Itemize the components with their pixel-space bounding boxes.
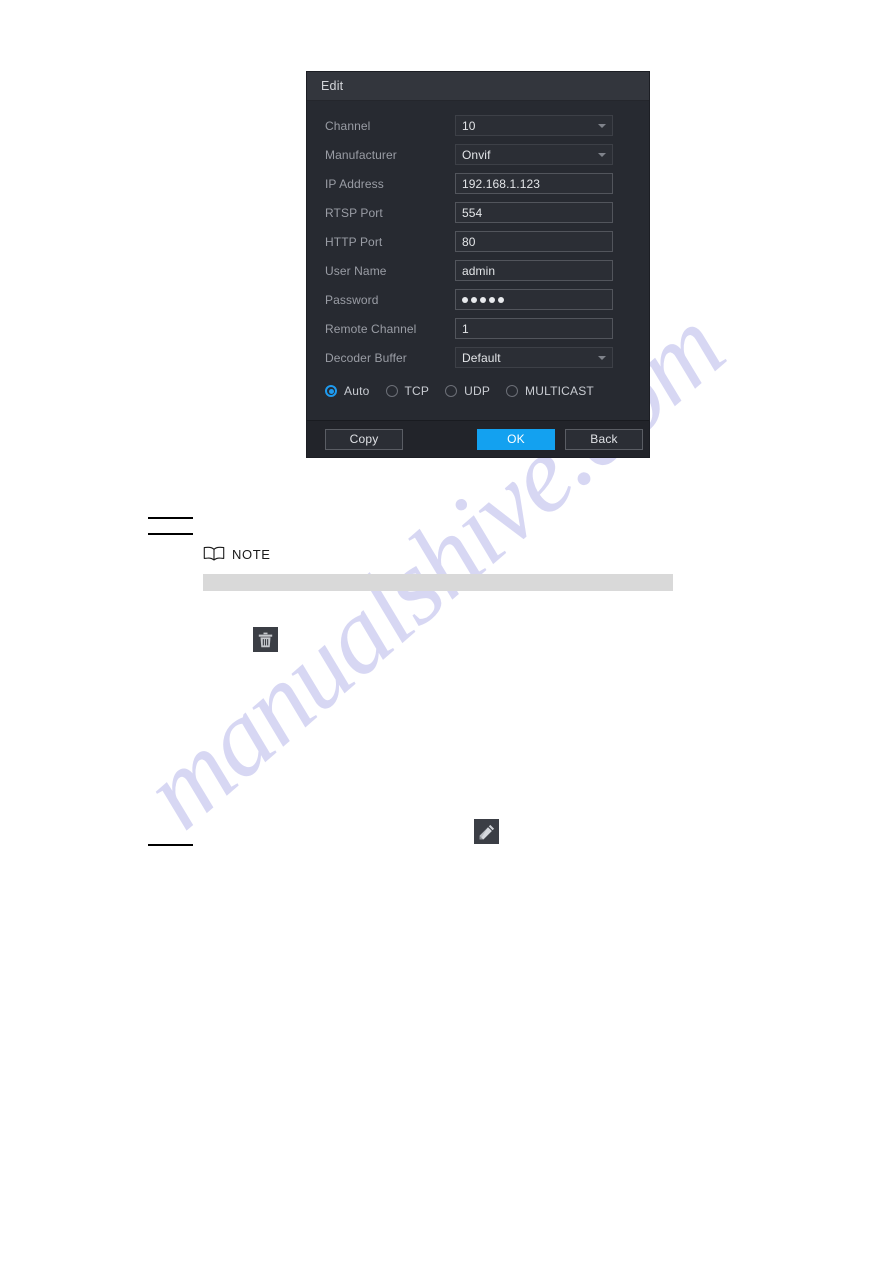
- text-redaction-rule-top: [148, 517, 193, 519]
- label-channel: Channel: [325, 118, 371, 133]
- rtsp-port-input[interactable]: 554: [455, 202, 613, 223]
- field-row-http-port: HTTP Port 80: [307, 227, 649, 256]
- note-heading: NOTE: [203, 546, 271, 562]
- http-port-value: 80: [462, 234, 476, 249]
- label-password: Password: [325, 292, 379, 307]
- user-name-value: admin: [462, 263, 496, 278]
- ip-address-input[interactable]: 192.168.1.123: [455, 173, 613, 194]
- radio-tcp-indicator: [385, 385, 398, 397]
- delete-icon-button[interactable]: [253, 627, 278, 652]
- password-masked-value: [462, 296, 504, 303]
- channel-value: 10: [462, 118, 476, 133]
- radio-multicast-indicator: [506, 385, 519, 397]
- chevron-down-icon: [598, 123, 606, 128]
- protocol-radio-group: Auto TCP UDP MULTICAST: [307, 372, 649, 412]
- radio-udp[interactable]: UDP: [445, 384, 490, 398]
- text-redaction-rule-second: [148, 533, 193, 535]
- trash-icon: [258, 632, 273, 647]
- edit-dialog: Edit Channel 10 Manufacturer Onvif IP Ad…: [307, 72, 649, 457]
- book-icon: [203, 546, 225, 561]
- radio-udp-label: UDP: [464, 384, 491, 398]
- decoder-buffer-value: Default: [462, 350, 501, 365]
- label-remote-channel: Remote Channel: [325, 321, 417, 336]
- dialog-titlebar: Edit: [307, 72, 649, 101]
- field-row-channel: Channel 10: [307, 111, 649, 140]
- radio-multicast-label: MULTICAST: [525, 384, 594, 398]
- pencil-icon: [479, 824, 494, 839]
- text-redaction-rule-bottom: [148, 844, 193, 846]
- label-ip-address: IP Address: [325, 176, 384, 191]
- radio-auto-indicator: [325, 385, 337, 397]
- manufacturer-select[interactable]: Onvif: [455, 144, 613, 165]
- back-button[interactable]: Back: [565, 428, 643, 450]
- label-decoder-buffer: Decoder Buffer: [325, 350, 407, 365]
- field-row-rtsp-port: RTSP Port 554: [307, 198, 649, 227]
- channel-select[interactable]: 10: [455, 115, 613, 136]
- label-rtsp-port: RTSP Port: [325, 205, 383, 220]
- dialog-body: Channel 10 Manufacturer Onvif IP Address…: [307, 101, 649, 420]
- copy-button[interactable]: Copy: [325, 428, 403, 450]
- field-row-user-name: User Name admin: [307, 256, 649, 285]
- field-row-password: Password: [307, 285, 649, 314]
- radio-auto[interactable]: Auto: [325, 384, 370, 398]
- ok-button[interactable]: OK: [477, 428, 555, 450]
- dialog-footer: Copy OK Back: [307, 420, 649, 457]
- ip-address-value: 192.168.1.123: [462, 176, 541, 191]
- document-page: Edit Channel 10 Manufacturer Onvif IP Ad…: [0, 0, 893, 1263]
- radio-udp-indicator: [445, 385, 458, 397]
- rtsp-port-value: 554: [462, 205, 483, 220]
- label-http-port: HTTP Port: [325, 234, 383, 249]
- note-body-redaction-bar: [203, 574, 673, 591]
- label-user-name: User Name: [325, 263, 387, 278]
- radio-multicast[interactable]: MULTICAST: [506, 384, 594, 398]
- note-label: NOTE: [232, 546, 271, 562]
- password-input[interactable]: [455, 289, 613, 310]
- field-row-decoder-buffer: Decoder Buffer Default: [307, 343, 649, 372]
- dialog-title: Edit: [321, 79, 344, 93]
- remote-channel-input[interactable]: 1: [455, 318, 613, 339]
- manufacturer-value: Onvif: [462, 147, 491, 162]
- label-manufacturer: Manufacturer: [325, 147, 397, 162]
- radio-tcp-label: TCP: [404, 384, 430, 398]
- field-row-remote-channel: Remote Channel 1: [307, 314, 649, 343]
- edit-icon-button[interactable]: [474, 819, 499, 844]
- field-row-ip-address: IP Address 192.168.1.123: [307, 169, 649, 198]
- user-name-input[interactable]: admin: [455, 260, 613, 281]
- remote-channel-value: 1: [462, 321, 469, 336]
- radio-tcp[interactable]: TCP: [385, 384, 430, 398]
- field-row-manufacturer: Manufacturer Onvif: [307, 140, 649, 169]
- decoder-buffer-select[interactable]: Default: [455, 347, 613, 368]
- chevron-down-icon: [598, 152, 606, 157]
- chevron-down-icon: [598, 355, 606, 360]
- http-port-input[interactable]: 80: [455, 231, 613, 252]
- radio-auto-label: Auto: [344, 384, 370, 398]
